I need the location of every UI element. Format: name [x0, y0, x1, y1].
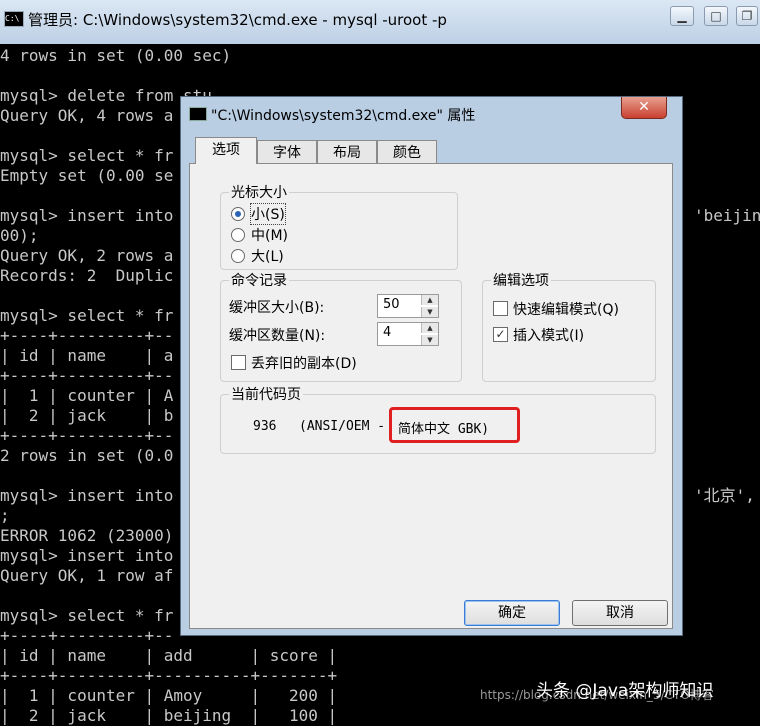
options-panel: 光标大小 小(S) 中(M) 大(L) 命令记录 缓冲区大小(B): 50 ▲ … — [189, 163, 673, 629]
console-line: | 1 | counter | Amoy | 200 | — [0, 686, 338, 705]
cursor-size-title: 光标大小 — [229, 182, 289, 202]
window-title: 管理员: C:\Windows\system32\cmd.exe - mysql… — [28, 11, 447, 29]
tab-font[interactable]: 字体 — [257, 140, 317, 164]
tab-layout[interactable]: 布局 — [317, 140, 377, 164]
console-fragment: '北京', — [694, 486, 755, 505]
console-line: +----+---------+----------+-------+ — [0, 666, 338, 685]
properties-dialog: "C:\Windows\system32\cmd.exe" 属性 ✕ 选项 字体… — [180, 96, 683, 636]
console-line: ; — [0, 506, 10, 525]
arrow-up-icon[interactable]: ▲ — [421, 323, 438, 333]
console-line: Query OK, 2 rows a — [0, 246, 174, 265]
console-line: +----+---------+-- — [0, 626, 174, 645]
buffer-count-stepper[interactable]: 4 ▲ ▼ — [377, 322, 439, 346]
console-line: +----+---------+-- — [0, 326, 174, 345]
arrow-down-icon[interactable]: ▼ — [421, 307, 438, 317]
cursor-large-radio[interactable] — [231, 249, 245, 263]
ok-button[interactable]: 确定 — [464, 600, 560, 626]
insert-mode-label: 插入模式(I) — [513, 328, 585, 344]
buffer-size-value: 50 — [383, 297, 400, 312]
console-line: mysql> select * fr — [0, 146, 174, 165]
cursor-small-radio[interactable] — [231, 207, 245, 221]
buffer-size-stepper[interactable]: 50 ▲ ▼ — [377, 294, 439, 318]
discard-old-checkbox[interactable] — [231, 355, 246, 370]
arrow-down-icon[interactable]: ▼ — [421, 335, 438, 345]
codepage-group: 当前代码页 936 (ANSI/OEM - 简体中文 GBK) — [220, 384, 656, 454]
codepage-title: 当前代码页 — [229, 384, 303, 404]
codepage-number: 936 — [253, 419, 277, 434]
tab-options[interactable]: 选项 — [195, 137, 257, 164]
edit-options-title: 编辑选项 — [491, 270, 551, 290]
console-line: | 1 | counter | A — [0, 386, 174, 405]
maximize-button[interactable]: □ — [704, 6, 728, 26]
tab-colors[interactable]: 颜色 — [377, 140, 437, 164]
buffer-count-label: 缓冲区数量(N): — [229, 328, 326, 344]
cancel-button[interactable]: 取消 — [572, 600, 668, 626]
console-line: ERROR 1062 (23000) — [0, 526, 174, 545]
minimize-button[interactable]: ▁ — [670, 6, 694, 26]
console-line: mysql> insert into — [0, 546, 174, 565]
edit-options-group: 编辑选项 快速编辑模式(Q) ✓ 插入模式(I) — [482, 270, 656, 382]
console-line: 2 rows in set (0.0 — [0, 446, 174, 465]
arrow-up-icon[interactable]: ▲ — [421, 295, 438, 305]
cursor-size-group: 光标大小 小(S) 中(M) 大(L) — [220, 182, 458, 270]
console-line: mysql> insert into — [0, 206, 174, 225]
console-line: 00); — [0, 226, 39, 245]
command-history-title: 命令记录 — [229, 270, 289, 290]
cmd-icon: C:\ — [4, 11, 24, 27]
insert-mode-checkbox[interactable]: ✓ — [493, 327, 508, 342]
console-line: | 2 | jack | beijing | 100 | — [0, 706, 338, 725]
command-history-group: 命令记录 缓冲区大小(B): 50 ▲ ▼ 缓冲区数量(N): 4 ▲ ▼ 丢弃… — [220, 270, 462, 382]
console-line: mysql> select * fr — [0, 306, 174, 325]
console-line: Query OK, 4 rows a — [0, 106, 174, 125]
console-line: | id | name | add | score | — [0, 646, 338, 665]
quickedit-checkbox[interactable] — [493, 301, 508, 316]
watermark-text: 头条 @Java架构师知识 — [536, 681, 714, 701]
console-line: Query OK, 1 row af — [0, 566, 174, 585]
dialog-title: "C:\Windows\system32\cmd.exe" 属性 — [211, 108, 476, 124]
console-line: mysql> insert into — [0, 486, 174, 505]
cursor-medium-radio[interactable] — [231, 228, 245, 242]
cursor-small-label: 小(S) — [250, 203, 286, 225]
cursor-large-label: 大(L) — [251, 249, 284, 265]
buffer-size-label: 缓冲区大小(B): — [229, 300, 325, 316]
console-line: Empty set (0.00 se — [0, 166, 174, 185]
console-line: | 2 | jack | b — [0, 406, 174, 425]
dialog-close-button[interactable]: ✕ — [621, 97, 667, 119]
cmd-icon — [189, 107, 207, 121]
codepage-desc: (ANSI/OEM - — [299, 419, 386, 434]
cursor-medium-label: 中(M) — [251, 228, 289, 244]
console-line: | id | name | a — [0, 346, 174, 365]
console-line: +----+---------+-- — [0, 426, 174, 445]
quickedit-label: 快速编辑模式(Q) — [513, 302, 619, 318]
console-line: +----+---------+-- — [0, 366, 174, 385]
console-line: Records: 2 Duplic — [0, 266, 174, 285]
console-line: mysql> select * fr — [0, 606, 174, 625]
discard-old-label: 丢弃旧的副本(D) — [251, 356, 357, 372]
window-titlebar: C:\ 管理员: C:\Windows\system32\cmd.exe - m… — [0, 0, 760, 44]
buffer-count-value: 4 — [383, 325, 392, 340]
restore-button[interactable]: ❐ — [736, 6, 758, 26]
console-fragment: 'beijin — [694, 206, 760, 225]
console-line: 4 rows in set (0.00 sec) — [0, 46, 232, 65]
codepage-highlight: 简体中文 GBK) — [389, 407, 520, 443]
